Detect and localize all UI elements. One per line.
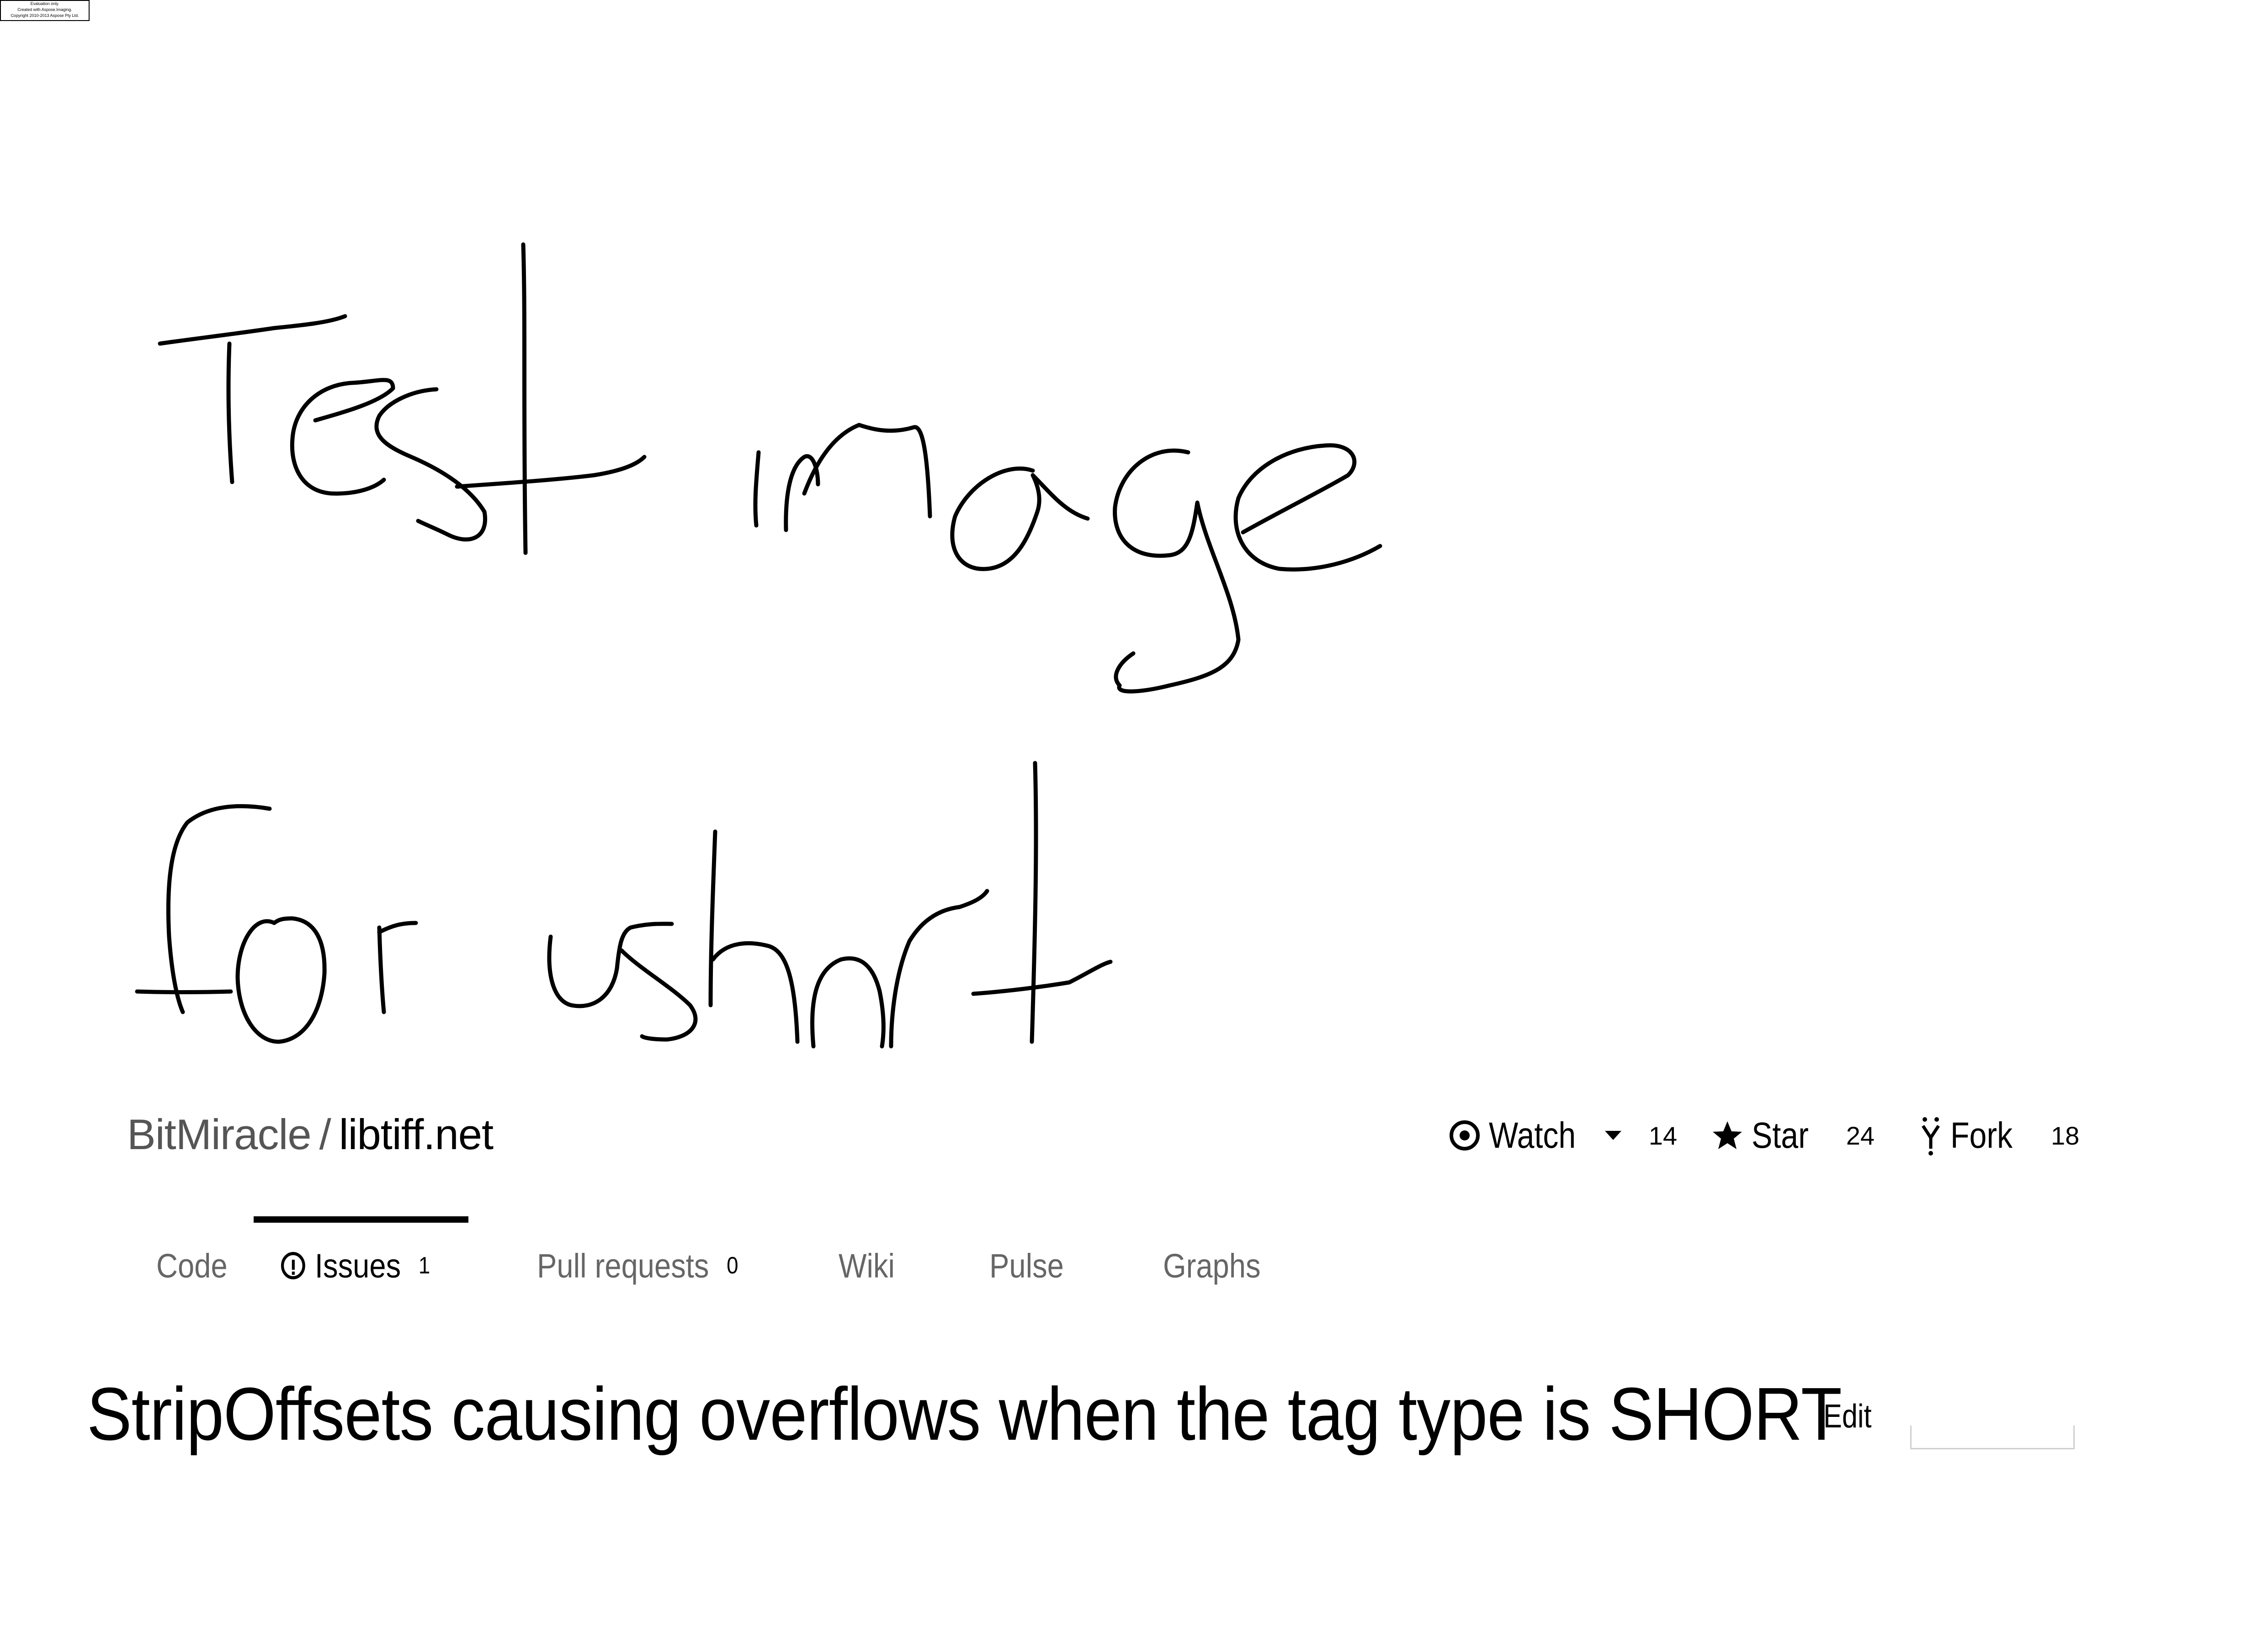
sketch-stroke: [950, 467, 1090, 571]
sketch-stroke: [889, 889, 989, 1049]
sketch-stroke: [753, 450, 761, 528]
star-label: Star: [1752, 1115, 1809, 1156]
tab-label: Pulse: [989, 1246, 1064, 1285]
tab-label: Code: [156, 1246, 228, 1285]
chevron-down-icon: [1604, 1131, 1621, 1140]
sketch-stroke: [784, 454, 820, 532]
fork-icon: [1922, 1117, 1940, 1156]
issue-opened-icon: [281, 1252, 305, 1279]
repo-name-link[interactable]: libtiff.net: [339, 1110, 494, 1159]
watch-action: Watch 14: [1449, 1106, 1677, 1165]
tab-wiki[interactable]: Wiki: [839, 1238, 895, 1293]
sketch-stroke: [971, 960, 1113, 996]
fork-count[interactable]: 18: [2051, 1121, 2079, 1151]
tab-pull-requests[interactable]: Pull requests 0: [537, 1238, 738, 1293]
sketch-stroke: [711, 941, 800, 1044]
repo-owner-link[interactable]: BitMiracle: [127, 1110, 312, 1159]
tab-graphs[interactable]: Graphs: [1163, 1238, 1261, 1293]
issues-count: 1: [418, 1252, 430, 1279]
tab-label: Issues: [314, 1246, 401, 1285]
handwritten-sketch: [135, 242, 1382, 1049]
repo-separator: /: [319, 1110, 331, 1158]
sketch-stroke: [810, 956, 886, 1049]
sketch-stroke: [158, 314, 347, 346]
eye-icon: [1450, 1120, 1480, 1151]
sketch-stroke: [619, 948, 698, 1042]
fork-action: Fork 18: [1919, 1106, 2079, 1165]
watch-button[interactable]: Watch: [1449, 1114, 1621, 1156]
selected-tab-indicator: [254, 1216, 468, 1223]
watch-count[interactable]: 14: [1649, 1121, 1677, 1151]
sketch-stroke: [377, 921, 418, 934]
sketch-stroke: [521, 242, 528, 555]
tab-label: Graphs: [1163, 1246, 1261, 1285]
sketch-stroke: [708, 829, 717, 1007]
new-issue-button-outline[interactable]: [1910, 1426, 2075, 1449]
sketch-stroke: [1113, 448, 1241, 694]
sketch-stroke: [1030, 761, 1038, 1044]
sketch-stroke: [1233, 443, 1382, 572]
sketch-stroke: [377, 925, 386, 1014]
tab-issues[interactable]: Issues 1: [281, 1238, 430, 1293]
pull-requests-count: 0: [727, 1252, 738, 1279]
fork-button[interactable]: Fork: [1919, 1114, 2024, 1156]
fork-label: Fork: [1950, 1115, 2013, 1156]
sketch-stroke: [547, 922, 674, 1008]
sketch-stroke: [235, 916, 327, 1044]
issue-title: StripOffsets causing overflows when the …: [87, 1372, 1842, 1456]
sketch-stroke: [802, 423, 932, 519]
sketch-stroke: [226, 341, 234, 484]
sketch-stroke: [166, 804, 272, 1014]
star-button[interactable]: Star: [1711, 1114, 1819, 1156]
watch-label: Watch: [1489, 1115, 1576, 1156]
star-action: Star 24: [1711, 1106, 1875, 1165]
repo-breadcrumb: BitMiracle / libtiff.net: [127, 1105, 494, 1164]
sketch-stroke: [455, 455, 647, 489]
sketch-stroke: [374, 387, 487, 542]
edit-button[interactable]: Edit: [1823, 1394, 1871, 1439]
tab-code[interactable]: Code: [156, 1238, 228, 1293]
tab-label: Pull requests: [537, 1246, 709, 1285]
tab-pulse[interactable]: Pulse: [989, 1238, 1064, 1293]
star-icon: [1713, 1121, 1742, 1149]
tab-label: Wiki: [839, 1246, 895, 1285]
star-count[interactable]: 24: [1846, 1121, 1875, 1151]
